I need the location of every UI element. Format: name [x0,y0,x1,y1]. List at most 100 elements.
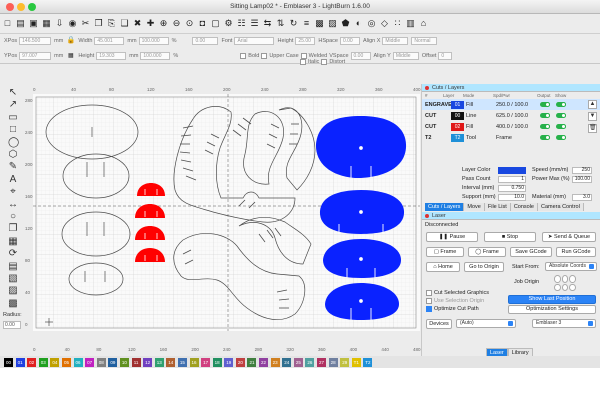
palette-color[interactable]: 29 [340,357,350,367]
align-icon[interactable]: ≡ [301,18,312,29]
settings-icon[interactable]: ⚙ [223,18,234,29]
save-icon[interactable]: ▣ [28,18,39,29]
rotate-icon[interactable]: ↻ [288,18,299,29]
home-button[interactable]: ⌂ Home [426,262,460,272]
output-toggle[interactable] [540,113,550,118]
pass-count-input[interactable]: 1 [498,175,526,183]
layer-swatch[interactable]: 00 [451,111,464,120]
trace-icon[interactable]: ▧ [8,274,18,284]
palette-color[interactable]: 20 [235,357,245,367]
palette-color[interactable]: 11 [131,357,141,367]
save-as-icon[interactable]: ▦ [41,18,52,29]
layer-color-swatch[interactable] [498,166,526,174]
origin-radio[interactable] [554,283,561,291]
offset-input[interactable]: 0 [438,51,453,60]
palette-color[interactable]: 16 [189,357,199,367]
palette-color[interactable]: 18 [212,357,222,367]
text-style-select[interactable]: Normal [411,36,438,45]
move-icon[interactable]: ✚ [145,18,156,29]
ungroup-icon[interactable]: ▨ [327,18,338,29]
palette-color[interactable]: 26 [305,357,315,367]
move-layer-up-button[interactable]: ▲ [588,100,597,109]
output-toggle[interactable] [540,135,550,140]
palette-color[interactable]: 23 [270,357,280,367]
palette-color[interactable]: 28 [328,357,338,367]
origin-radio[interactable] [569,283,576,291]
layer-row[interactable]: CUT 00 Line 625.0 / 100.0 [422,110,600,121]
tab-cuts-layers[interactable]: Cuts / Layers [425,203,465,211]
origin-radio[interactable] [569,275,576,283]
mirror-icon[interactable]: ⇅ [275,18,286,29]
save-gcode-button[interactable]: Save GCode [510,247,552,257]
palette-color[interactable]: 27 [317,357,327,367]
upper-case-checkbox[interactable] [261,52,268,59]
square-icon[interactable]: □ [8,125,18,135]
import-icon[interactable]: ⇩ [54,18,65,29]
palette-color[interactable]: 00 [4,357,13,367]
align-tool-icon[interactable]: ▨ [8,286,18,296]
align-x-select[interactable]: Middle [382,36,409,45]
palette-color[interactable]: 05 [61,357,71,367]
italic-checkbox[interactable] [300,58,306,65]
optimize-cut-path-checkbox[interactable] [426,306,432,312]
radius-input[interactable]: 0.00 [3,321,21,329]
speed-input[interactable]: 250 [572,166,592,174]
select-arrow-icon[interactable]: ↖ [8,88,18,98]
show-toggle[interactable] [556,102,566,107]
snap-icon[interactable]: ▩ [8,298,18,309]
layer-type[interactable]: Tool [466,135,496,141]
palette-color[interactable]: 02 [27,357,37,367]
show-toggle[interactable] [556,135,566,140]
text-height-input[interactable]: 25.00 [295,36,316,45]
paste-icon[interactable]: ⎘ [106,18,117,29]
width-input[interactable]: 45.001 [94,36,125,45]
show-toggle[interactable] [556,124,566,129]
tab-file-list[interactable]: File List [484,203,511,211]
show-last-position-button[interactable]: Show Last Position [508,295,596,304]
tab-console[interactable]: Console [510,203,538,211]
polygon-icon[interactable]: ⬡ [8,150,18,160]
zoom-in-icon[interactable]: ⊕ [158,18,169,29]
height-input[interactable]: 19.303 [96,51,127,60]
distribute-icon[interactable]: ☰ [249,18,260,29]
job-origin-grid[interactable] [554,275,576,291]
ellipse-icon[interactable]: ◯ [8,137,19,148]
frame-circle-button[interactable]: ◯ Frame [468,247,506,257]
scale-y-input[interactable]: 100.000 [140,51,171,60]
duplicate-icon[interactable]: ❑ [119,18,130,29]
nest-icon[interactable]: ▤ [8,261,18,272]
rectangle-icon[interactable]: ▭ [8,112,18,123]
palette-color[interactable]: 13 [154,357,164,367]
palette-color[interactable]: 04 [50,357,60,367]
origin-radio[interactable] [561,283,569,291]
zoom-page-icon[interactable]: ⊙ [184,18,195,29]
offset-icon[interactable]: ◎ [366,18,377,29]
machine-select[interactable]: Emblaser 3 [532,319,596,328]
palette-color[interactable]: 21 [247,357,257,367]
cut-selected-checkbox[interactable] [426,290,432,296]
stop-button[interactable]: ■ Stop [484,232,536,242]
palette-color[interactable]: 07 [85,357,95,367]
palette-color[interactable]: 09 [108,357,118,367]
palette-color[interactable]: 17 [201,357,211,367]
origin-radio[interactable] [561,275,569,283]
lock-icon[interactable]: 🔒 [65,35,76,46]
flip-icon[interactable]: ⇆ [262,18,273,29]
distort-checkbox[interactable] [321,58,328,65]
interval-input[interactable]: 0.750 [498,184,526,192]
grid-array-icon[interactable]: ▦ [8,236,18,247]
anchor-grid-icon[interactable]: ▦ [65,50,76,61]
position-icon[interactable]: ⌖ [8,187,18,197]
array-icon[interactable]: ∷ [392,18,403,29]
layer-type[interactable]: Line [466,113,496,119]
copy-icon[interactable]: ❐ [93,18,104,29]
optimization-settings-button[interactable]: Optimization Settings [508,305,596,314]
palette-color[interactable]: 01 [15,357,25,367]
layer-type[interactable]: Fill [466,124,496,130]
output-toggle[interactable] [540,102,550,107]
palette-color[interactable]: 10 [119,357,129,367]
show-toggle[interactable] [556,113,566,118]
arrange-icon[interactable]: ☷ [236,18,247,29]
measure-icon[interactable]: ↔ [8,199,18,210]
pen-icon[interactable]: ✎ [8,162,18,172]
